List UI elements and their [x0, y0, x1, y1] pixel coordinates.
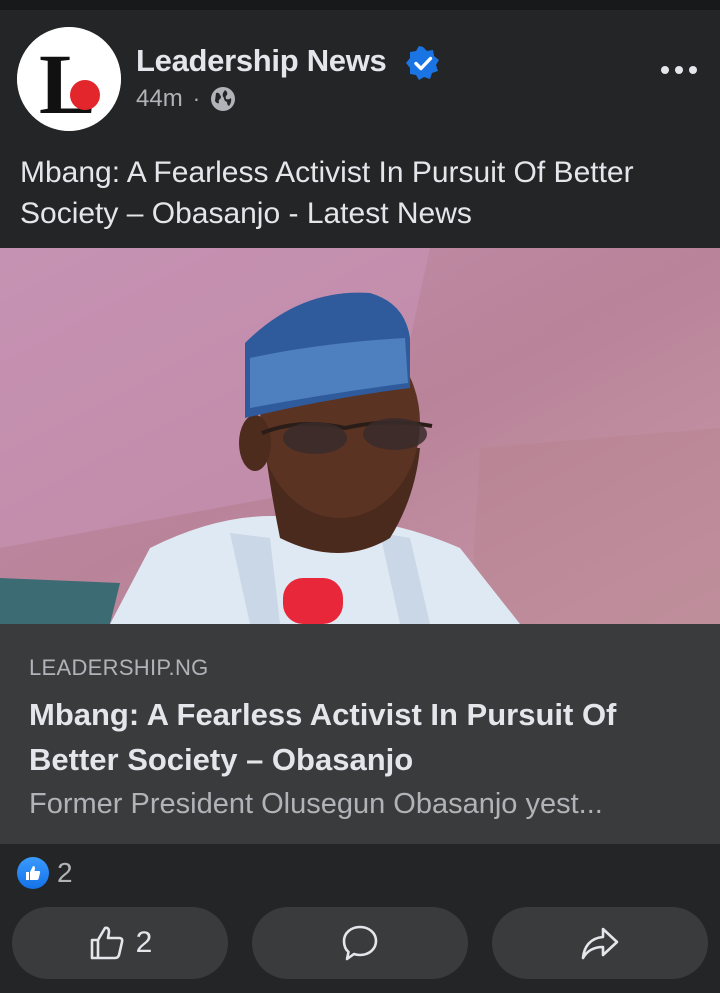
photo-illustration [0, 248, 720, 624]
more-dot [675, 66, 683, 74]
comment-button[interactable] [252, 907, 468, 979]
reaction-count: 2 [57, 857, 73, 888]
leadership-logo: L [17, 27, 121, 131]
post-card: L Leadership News 44m · Mbang: A Fearles… [0, 10, 720, 993]
link-title: Mbang: A Fearless Activist In Pursuit Of… [29, 697, 617, 777]
post-time[interactable]: 44m [136, 85, 183, 113]
more-options-button[interactable] [654, 52, 704, 88]
share-icon [581, 927, 619, 960]
globe-icon [211, 87, 236, 111]
link-description: Former President Olusegun Obasanjo yest.… [29, 788, 603, 820]
thumbs-up-glyph [26, 866, 41, 880]
post-text: Mbang: A Fearless Activist In Pursuit Of… [20, 156, 634, 230]
like-reaction-icon [17, 857, 49, 889]
post-image[interactable] [0, 248, 720, 624]
verified-badge-icon [406, 46, 439, 80]
more-dot [689, 66, 697, 74]
link-domain: LEADERSHIP.NG [29, 655, 209, 680]
like-button[interactable]: 2 [12, 907, 228, 979]
comment-icon [342, 925, 378, 961]
thumbs-up-icon [90, 926, 124, 960]
link-preview[interactable]: LEADERSHIP.NG Mbang: A Fearless Activist… [0, 624, 720, 844]
post-meta: 44m · [136, 84, 236, 114]
page-name[interactable]: Leadership News [136, 43, 387, 79]
page-avatar[interactable]: L [17, 27, 121, 131]
more-dot [661, 66, 669, 74]
reaction-summary[interactable]: 2 [17, 856, 73, 890]
meta-separator: · [192, 86, 201, 111]
like-count: 2 [135, 926, 153, 959]
share-button[interactable] [492, 907, 708, 979]
top-divider [0, 0, 720, 10]
